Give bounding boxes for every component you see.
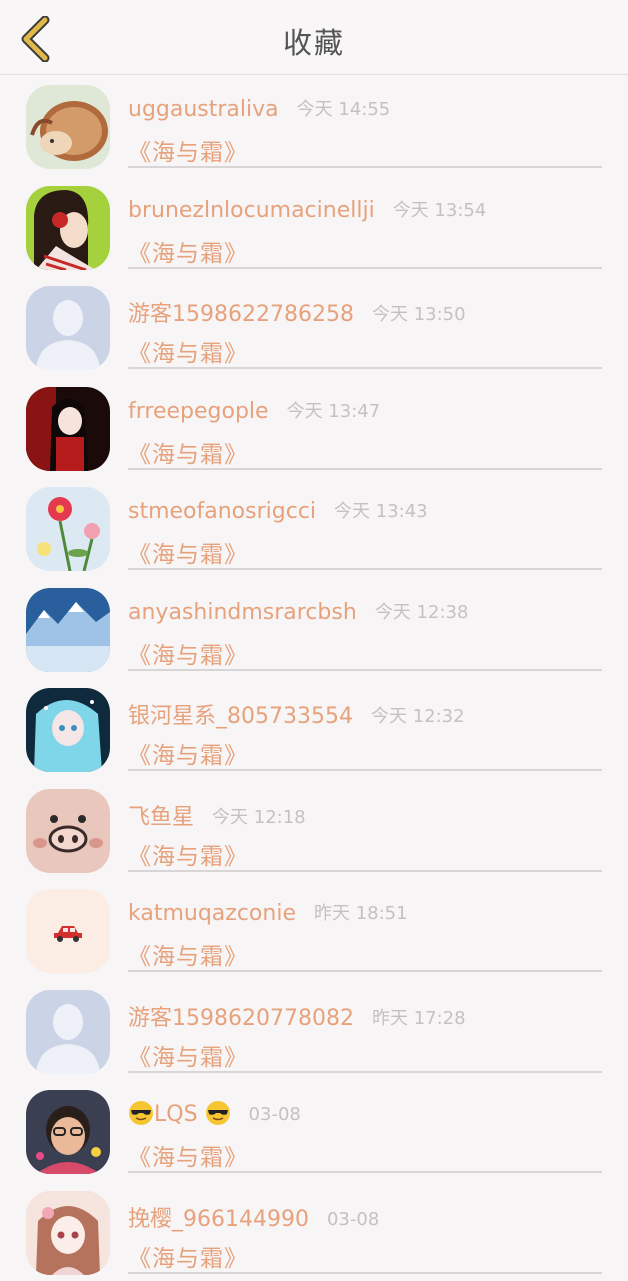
book-title: 《海与霜》	[128, 837, 248, 871]
list-item[interactable]: anyashindmsrarcbsh今天 12:38 《海与霜》	[0, 578, 628, 679]
book-title: 《海与霜》	[128, 736, 248, 770]
timestamp: 03-08	[249, 1104, 301, 1125]
user-name: 银河星系_805733554今天 12:32	[128, 698, 465, 730]
list-item[interactable]: 游客1598622786258今天 13:50 《海与霜》	[0, 276, 628, 377]
user-name: anyashindmsrarcbsh今天 12:38	[128, 598, 468, 625]
list-item[interactable]: 银河星系_805733554今天 12:32 《海与霜》	[0, 678, 628, 779]
book-title: 《海与霜》	[128, 435, 248, 469]
hedgehog-avatar[interactable]	[26, 85, 110, 169]
book-title: 《海与霜》	[128, 1038, 248, 1072]
list-item[interactable]: katmuqazconie昨天 18:51 《海与霜》	[0, 879, 628, 980]
page-title: 收藏	[0, 20, 628, 62]
user-name: 飞鱼星今天 12:18	[128, 799, 306, 831]
divider	[128, 1071, 602, 1073]
favorites-list: uggaustraliva今天 14:55 《海与霜》 brunezlnlocu…	[0, 75, 628, 1281]
list-item[interactable]: brunezlnlocumacinellji今天 13:54 《海与霜》	[0, 176, 628, 277]
timestamp: 今天 13:50	[372, 304, 466, 325]
default-user-avatar[interactable]	[26, 286, 110, 370]
user-name: 挽樱_96614499003-08	[128, 1201, 379, 1233]
divider	[128, 1171, 602, 1173]
timestamp: 今天 12:38	[375, 602, 469, 623]
anime-girl-pink-avatar[interactable]	[26, 1191, 110, 1275]
user-name: stmeofanosrigcci今天 13:43	[128, 497, 428, 524]
pig-avatar[interactable]	[26, 789, 110, 873]
user-name: frreepegople今天 13:47	[128, 397, 380, 424]
book-title: 《海与霜》	[128, 234, 248, 268]
divider	[128, 568, 602, 570]
child-photo-avatar[interactable]	[26, 1090, 110, 1174]
list-item[interactable]: 挽樱_96614499003-08 《海与霜》	[0, 1181, 628, 1281]
anime-girl-red-avatar[interactable]	[26, 387, 110, 471]
timestamp: 昨天 18:51	[314, 903, 408, 924]
user-name: uggaustraliva今天 14:55	[128, 95, 390, 122]
user-name: LQS 03-08	[128, 1100, 301, 1127]
timestamp: 03-08	[327, 1209, 379, 1230]
book-title: 《海与霜》	[128, 133, 248, 167]
user-name: brunezlnlocumacinellji今天 13:54	[128, 196, 486, 223]
user-name: 游客1598620778082昨天 17:28	[128, 1000, 466, 1032]
girl-headphones-avatar[interactable]	[26, 186, 110, 270]
divider	[128, 1272, 602, 1274]
list-item[interactable]: LQS 03-08 《海与霜》	[0, 1080, 628, 1181]
divider	[128, 669, 602, 671]
flowers-avatar[interactable]	[26, 487, 110, 571]
divider	[128, 166, 602, 168]
snowy-landscape-avatar[interactable]	[26, 588, 110, 672]
divider	[128, 870, 602, 872]
default-user-avatar[interactable]	[26, 990, 110, 1074]
divider	[128, 468, 602, 470]
anime-girl-blue-avatar[interactable]	[26, 688, 110, 772]
timestamp: 今天 12:18	[212, 807, 306, 828]
timestamp: 今天 12:32	[371, 706, 465, 727]
list-item[interactable]: 游客1598620778082昨天 17:28 《海与霜》	[0, 980, 628, 1081]
book-title: 《海与霜》	[128, 1239, 248, 1273]
timestamp: 昨天 17:28	[372, 1008, 466, 1029]
user-name: katmuqazconie昨天 18:51	[128, 899, 408, 926]
user-name: 游客1598622786258今天 13:50	[128, 296, 466, 328]
divider	[128, 367, 602, 369]
list-item[interactable]: 飞鱼星今天 12:18 《海与霜》	[0, 779, 628, 880]
list-item[interactable]: stmeofanosrigcci今天 13:43 《海与霜》	[0, 477, 628, 578]
book-title: 《海与霜》	[128, 535, 248, 569]
divider	[128, 267, 602, 269]
timestamp: 今天 13:47	[287, 401, 381, 422]
book-title: 《海与霜》	[128, 636, 248, 670]
timestamp: 今天 13:43	[334, 501, 428, 522]
book-title: 《海与霜》	[128, 937, 248, 971]
divider	[128, 769, 602, 771]
timestamp: 今天 13:54	[393, 200, 487, 221]
list-item[interactable]: uggaustraliva今天 14:55 《海与霜》	[0, 75, 628, 176]
timestamp: 今天 14:55	[297, 99, 391, 120]
book-title: 《海与霜》	[128, 334, 248, 368]
book-title: 《海与霜》	[128, 1138, 248, 1172]
sunglasses-emoji-icon	[205, 1100, 231, 1126]
sunglasses-emoji-icon	[128, 1100, 154, 1126]
car-avatar[interactable]	[26, 889, 110, 973]
header-bar: 收藏	[0, 0, 628, 75]
divider	[128, 970, 602, 972]
list-item[interactable]: frreepegople今天 13:47 《海与霜》	[0, 377, 628, 478]
